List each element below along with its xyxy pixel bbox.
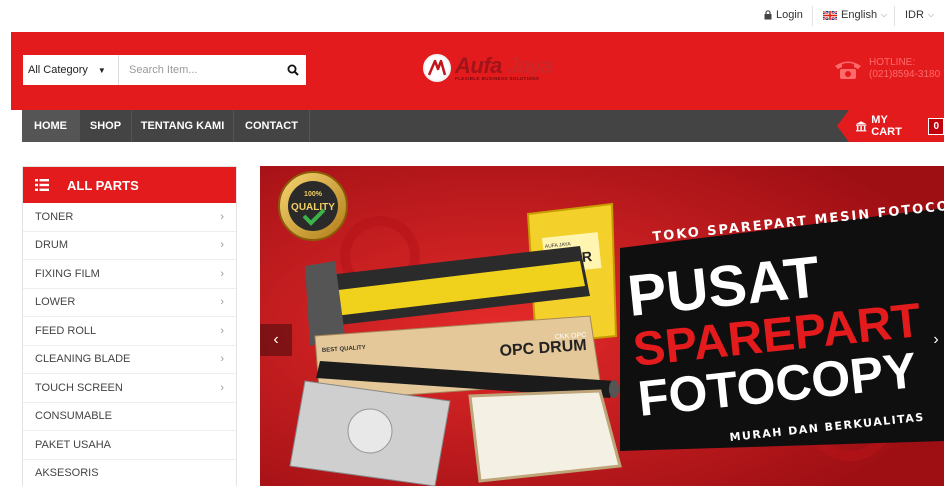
- hero-banner[interactable]: TOKO SPAREPART MESIN FOTOCOPY PUSAT SPAR…: [260, 166, 944, 486]
- sidebar-item-consumable[interactable]: CONSUMABLE: [23, 403, 236, 431]
- sidebar-item-label: FIXING FILM: [35, 267, 100, 280]
- category-sidebar: ALL PARTS TONER › DRUM › FIXING FILM › LOWE…: [22, 166, 237, 486]
- divider: [812, 6, 813, 26]
- hotline-number[interactable]: (021)8594-3180: [869, 69, 940, 81]
- touch-panel-icon: [468, 389, 622, 483]
- badge-top-text: 100%: [304, 191, 323, 198]
- chevron-down-icon: ⌵: [881, 10, 888, 19]
- sidebar-item-label: PAKET USAHA: [35, 438, 112, 451]
- logo-mark-icon: [423, 54, 451, 82]
- language-label: English: [841, 9, 878, 21]
- shop-icon: [855, 121, 867, 132]
- divider: [894, 6, 895, 26]
- sidebar-item-cleaning-blade[interactable]: CLEANING BLADE ›: [23, 346, 236, 374]
- chevron-right-icon: ›: [220, 381, 224, 394]
- chevron-right-icon: ›: [220, 296, 224, 309]
- sidebar-item-lower[interactable]: LOWER ›: [23, 289, 236, 317]
- chevron-right-icon: ›: [220, 353, 224, 366]
- sidebar-item-label: AKSESORIS: [35, 467, 99, 480]
- hotline: HOTLINE: (021)8594-3180: [833, 57, 940, 81]
- sidebar-item-label: FEED ROLL: [35, 324, 97, 337]
- category-label: All Category: [28, 64, 88, 76]
- lock-icon: [764, 10, 772, 20]
- chevron-right-icon: ›: [220, 324, 224, 337]
- sidebar-item-fixing-film[interactable]: FIXING FILM ›: [23, 260, 236, 289]
- sidebar-item-paket-usaha[interactable]: PAKET USAHA: [23, 431, 236, 460]
- phone-icon: [835, 61, 861, 79]
- chevron-right-icon: ›: [220, 210, 224, 223]
- login-link[interactable]: Login: [764, 9, 803, 21]
- hotline-label: HOTLINE:: [869, 57, 916, 68]
- sidebar-item-label: TONER: [35, 210, 74, 223]
- sidebar-item-feed-roll[interactable]: FEED ROLL ›: [23, 317, 236, 346]
- list-icon: [35, 179, 49, 191]
- logo-tagline: FLEXIBLE BUSINESS SOLUTIONS: [455, 75, 540, 81]
- carousel-prev-button[interactable]: ‹: [260, 324, 292, 356]
- language-select[interactable]: English ⌵: [823, 9, 887, 21]
- sidebar-header: ALL PARTS: [23, 167, 236, 203]
- chevron-right-icon: ›: [220, 267, 224, 280]
- sidebar-item-touch-screen[interactable]: TOUCH SCREEN ›: [23, 374, 236, 403]
- currency-label: IDR: [905, 9, 924, 21]
- nav-shop[interactable]: Shop: [80, 110, 131, 142]
- banner-artwork: TOKO SPAREPART MESIN FOTOCOPY PUSAT SPAR…: [260, 166, 944, 486]
- uk-flag-icon: [823, 10, 837, 20]
- search-input[interactable]: [119, 55, 279, 85]
- sidebar-item-label: CLEANING BLADE: [35, 353, 131, 366]
- sidebar-item-label: LOWER: [35, 296, 76, 309]
- sidebar-title: ALL PARTS: [67, 177, 139, 193]
- chevron-down-icon: ⌵: [927, 10, 935, 19]
- caret-down-icon: ▼: [97, 65, 106, 75]
- cart-button[interactable]: MY CART 0: [837, 110, 944, 142]
- carousel-next-button[interactable]: ›: [920, 324, 944, 356]
- divider: [309, 110, 310, 142]
- site-logo[interactable]: Aufa Jaya FLEXIBLE BUSINESS SOLUTIONS: [423, 52, 553, 82]
- cart-label: MY CART: [871, 114, 902, 138]
- page: Login English ⌵ IDR ⌵ All Category ▼ Sea…: [0, 0, 944, 486]
- cart-count-badge: 0: [928, 117, 944, 135]
- sidebar-item-label: TOUCH SCREEN: [35, 381, 123, 394]
- login-label: Login: [776, 9, 803, 21]
- search-button[interactable]: [279, 55, 306, 85]
- main-nav: Home Shop Tentang Kami Contact MY CART 0: [22, 110, 944, 142]
- category-dropdown[interactable]: All Category ▼: [23, 55, 119, 85]
- badge-main-text: QUALITY: [291, 202, 335, 213]
- nav-tentang-kami[interactable]: Tentang Kami: [132, 110, 233, 142]
- nav-home[interactable]: Home: [22, 110, 79, 142]
- sidebar-item-toner[interactable]: TONER ›: [23, 203, 236, 232]
- sidebar-item-label: CONSUMABLE: [35, 410, 113, 423]
- search-bar: All Category ▼: [23, 55, 306, 85]
- sidebar-item-label: DRUM: [35, 239, 68, 252]
- chevron-right-icon: ›: [220, 239, 224, 252]
- search-icon: [287, 64, 299, 76]
- sidebar-item-aksesoris[interactable]: AKSESORIS: [23, 460, 236, 486]
- currency-select[interactable]: IDR ⌵: [905, 9, 934, 21]
- top-bar: Login English ⌵ IDR ⌵: [0, 0, 944, 32]
- sidebar-item-drum[interactable]: DRUM ›: [23, 232, 236, 260]
- logo-text: Aufa Jaya: [455, 52, 553, 78]
- category-list: TONER › DRUM › FIXING FILM › LOWER › FEED RO…: [23, 203, 236, 486]
- quality-badge-icon: 100% QUALITY: [278, 171, 348, 241]
- nav-contact[interactable]: Contact: [234, 110, 309, 142]
- header: All Category ▼ Aufa Jaya FLEXIBLE BUSINE…: [11, 32, 944, 110]
